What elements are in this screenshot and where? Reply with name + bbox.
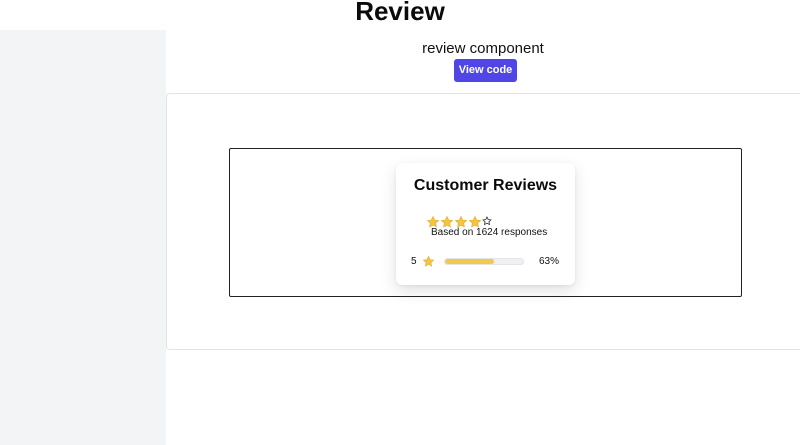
review-card: Customer Reviews Based on 1624 responses…	[396, 163, 575, 285]
page: Review review component View code Custom…	[0, 0, 800, 445]
rating-percent: 63%	[538, 256, 559, 267]
star-filled-icon	[422, 255, 435, 267]
component-subtitle: review component	[422, 40, 544, 57]
card-title: Customer Reviews	[413, 177, 558, 194]
rating-level-label: 5	[411, 256, 417, 267]
rating-progress-fill	[445, 259, 495, 264]
star-empty-icon	[482, 216, 492, 226]
responses-count: Based on 1624 responses	[431, 227, 548, 238]
view-code-button[interactable]: View code	[454, 59, 517, 82]
rating-progress-bar	[444, 258, 524, 265]
page-title: Review	[355, 0, 445, 26]
sidebar	[0, 30, 166, 445]
